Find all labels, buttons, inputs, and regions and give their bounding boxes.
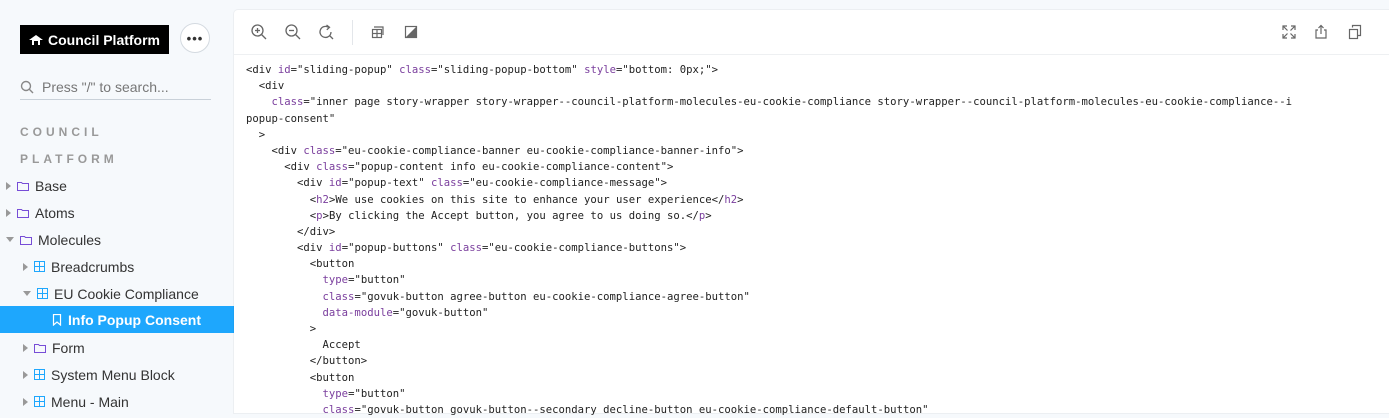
sidebar-item-label: Molecules — [38, 231, 102, 248]
code-line: class="govuk-button agree-button eu-cook… — [322, 290, 750, 303]
component-icon — [34, 369, 45, 380]
sidebar-item-atoms[interactable]: Atoms — [0, 199, 234, 226]
bookmark-icon — [52, 313, 62, 326]
sidebar-item-label: Base — [35, 177, 67, 194]
chevron-right-icon — [23, 397, 28, 406]
brand-title: Council Platform — [48, 31, 161, 48]
sidebar-item-label: EU Cookie Compliance — [54, 285, 199, 302]
folder-icon — [17, 208, 29, 218]
code-line: Accept — [246, 339, 361, 352]
section-title-line2: PLATFORM — [20, 152, 118, 166]
background-button[interactable] — [366, 21, 388, 43]
chevron-right-icon — [23, 343, 28, 352]
grid-icon — [371, 26, 384, 39]
toolbar-divider — [352, 20, 353, 45]
vertical-scrollbar[interactable] — [1381, 55, 1389, 413]
more-menu-button[interactable]: ••• — [180, 23, 210, 53]
zoom-in-icon — [251, 24, 267, 40]
code-line: type="button" — [322, 274, 406, 287]
chevron-down-icon — [6, 237, 14, 242]
code-line: </div> — [246, 225, 336, 238]
code-line: class="govuk-button govuk-button--second… — [322, 403, 929, 416]
sidebar-item-label: Breadcrumbs — [51, 258, 135, 275]
preview-panel: <div id="sliding-popup" class="sliding-p… — [234, 10, 1389, 416]
share-button[interactable] — [1310, 21, 1332, 43]
fullscreen-button[interactable] — [1278, 21, 1300, 43]
code-line: popup-consent" — [246, 112, 336, 125]
more-icon: ••• — [186, 30, 204, 46]
sidebar-item-eu-cookie-compliance[interactable]: EU Cookie Compliance — [0, 280, 234, 307]
contrast-icon — [404, 25, 418, 39]
reset-icon — [319, 24, 334, 40]
sidebar-item-system-menu-block[interactable]: System Menu Block — [0, 361, 234, 388]
sidebar-item-base[interactable]: Base — [0, 172, 234, 199]
chevron-right-icon — [6, 181, 11, 190]
search-icon — [20, 80, 34, 94]
chevron-right-icon — [6, 208, 11, 217]
code-line: <div class="popup-content info eu-cookie… — [246, 161, 674, 174]
code-block: <div id="sliding-popup" class="sliding-p… — [246, 62, 1381, 418]
search-box — [20, 75, 211, 100]
sidebar-item-label: Form — [52, 339, 85, 356]
component-icon — [34, 396, 45, 407]
code-line: data-module="govuk-button" — [322, 306, 489, 319]
chevron-right-icon — [23, 370, 28, 379]
code-line: type="button" — [322, 387, 406, 400]
sidebar-item-menu-main[interactable]: Menu - Main — [0, 388, 234, 415]
zoom-out-button[interactable] — [282, 21, 304, 43]
share-icon — [1315, 24, 1327, 39]
sidebar-item-label: Menu - Main — [51, 393, 129, 410]
contrast-button[interactable] — [400, 21, 422, 43]
code-line: > — [246, 128, 266, 141]
code-line: class="inner page story-wrapper story-wr… — [271, 96, 1292, 109]
code-line: <div id="sliding-popup" class="sliding-p… — [246, 64, 719, 76]
component-icon — [34, 261, 45, 272]
code-line: <div id="popup-text" class="eu-cookie-co… — [246, 177, 667, 190]
section-title-line1: COUNCIL — [20, 125, 103, 139]
sidebar-item-label: System Menu Block — [51, 366, 175, 383]
code-line: <div class="eu-cookie-compliance-banner … — [246, 144, 744, 157]
folder-icon — [20, 235, 32, 245]
code-line: </button> — [246, 355, 368, 368]
zoom-in-button[interactable] — [248, 21, 270, 43]
sidebar-item-info-popup-consent[interactable]: Info Popup Consent — [0, 306, 234, 333]
code-line: > — [246, 323, 317, 335]
brand-logo[interactable]: Council Platform — [20, 25, 169, 54]
code-line: <button — [246, 258, 355, 271]
sidebar-item-molecules[interactable]: Molecules — [0, 226, 234, 253]
zoom-reset-button[interactable] — [315, 21, 337, 43]
copy-icon — [1348, 24, 1362, 40]
sidebar-item-breadcrumbs[interactable]: Breadcrumbs — [0, 253, 234, 280]
folder-icon — [34, 343, 46, 353]
chevron-down-icon — [23, 291, 31, 296]
search-input[interactable] — [42, 79, 202, 95]
sidebar-item-label: Info Popup Consent — [68, 311, 201, 328]
code-line: <h2>We use cookies on this site to enhan… — [246, 193, 744, 206]
zoom-out-icon — [285, 24, 301, 40]
code-line: <p>By clicking the Accept button, you ag… — [246, 209, 712, 222]
sidebar-item-label: Atoms — [35, 204, 75, 221]
component-icon — [37, 288, 48, 299]
brand-icon — [29, 34, 43, 45]
code-line: <button — [246, 371, 355, 384]
toolbar — [234, 10, 1389, 55]
fullscreen-icon — [1282, 25, 1296, 39]
chevron-right-icon — [23, 262, 28, 271]
code-line: <div — [246, 80, 285, 93]
sidebar-item-form[interactable]: Form — [0, 334, 234, 361]
sidebar: Council Platform ••• COUNCIL PLATFORM Ba… — [0, 0, 234, 413]
folder-icon — [17, 181, 29, 191]
code-line: <div id="popup-buttons" class="eu-cookie… — [246, 242, 687, 255]
copy-button[interactable] — [1344, 21, 1366, 43]
